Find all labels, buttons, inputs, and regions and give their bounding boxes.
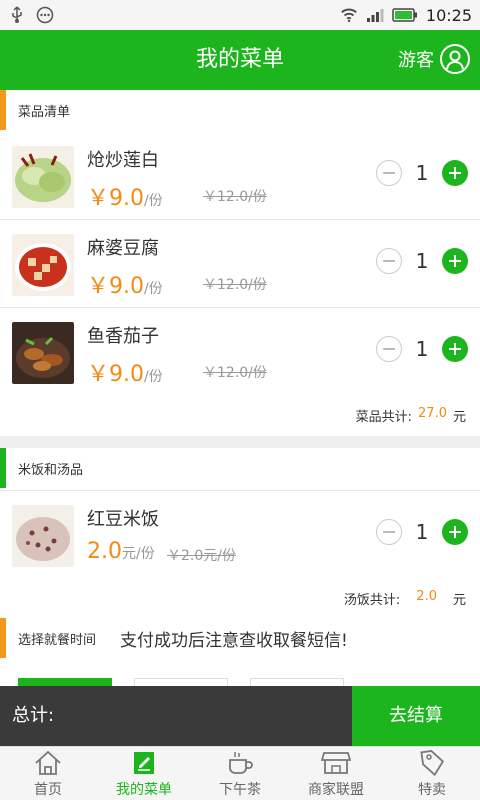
bottom-nav: 首页 我的菜单 下午茶 商家联盟 特卖 xyxy=(0,746,480,800)
quantity-value: 1 xyxy=(415,161,429,185)
wifi-icon xyxy=(340,6,358,24)
time-slot-tab[interactable] xyxy=(18,678,112,686)
nav-item-merchant-alliance[interactable]: 商家联盟 xyxy=(288,747,384,800)
quantity-value: 1 xyxy=(415,520,429,544)
dish-row: 鱼香茄子 ￥9.0/份 ￥12.0/份 1 xyxy=(0,308,480,396)
quantity-stepper: 1 xyxy=(376,248,468,274)
dish-image-eggplant xyxy=(12,322,74,384)
quantity-stepper: 1 xyxy=(376,519,468,545)
subtotal-unit: 元 xyxy=(452,410,466,425)
decrease-button[interactable] xyxy=(376,519,402,545)
section-divider xyxy=(0,436,480,448)
dish-name: 麻婆豆腐 xyxy=(87,238,159,259)
increase-button[interactable] xyxy=(442,519,468,545)
signal-icon xyxy=(366,6,384,24)
subtotal-amount: 27.0 xyxy=(418,406,447,421)
time-slot-tab[interactable] xyxy=(250,678,344,686)
decrease-button[interactable] xyxy=(376,248,402,274)
decrease-button[interactable] xyxy=(376,160,402,186)
section-marker xyxy=(0,448,6,488)
battery-icon xyxy=(392,6,418,24)
rice-soup-section-header: 米饭和汤品 xyxy=(0,448,480,488)
subtotal-unit: 元 xyxy=(452,593,466,608)
section-marker xyxy=(0,90,6,130)
dish-price: ￥9.0/份 xyxy=(87,186,163,211)
dish-original-price: ￥2.0元/份 xyxy=(167,548,236,564)
dish-image-mapo-tofu xyxy=(12,234,74,296)
avatar-icon xyxy=(440,44,470,74)
store-icon xyxy=(321,749,351,777)
dishes-subtotal: 菜品共计: 27.0 元 xyxy=(356,406,466,425)
nav-item-home[interactable]: 首页 xyxy=(0,747,96,800)
time-slot-tabs xyxy=(0,678,480,686)
dish-name: 炝炒莲白 xyxy=(87,150,159,171)
nav-label: 我的菜单 xyxy=(116,781,172,798)
pickup-time-label: 选择就餐时间 xyxy=(18,632,97,648)
increase-button[interactable] xyxy=(442,160,468,186)
usb-icon xyxy=(8,6,26,24)
section-title: 米饭和汤品 xyxy=(18,462,84,478)
user-label: 游客 xyxy=(398,50,434,71)
dish-price: ￥9.0/份 xyxy=(87,362,163,387)
subtotal-label: 汤饭共计: xyxy=(343,593,401,608)
dish-row: 炝炒莲白 ￥9.0/份 ￥12.0/份 1 xyxy=(0,132,480,220)
status-bar: 10:25 xyxy=(0,0,480,30)
dish-price: 2.0元/份 xyxy=(87,539,155,564)
total-label: 总计: xyxy=(12,705,55,726)
section-title: 菜品清单 xyxy=(18,104,71,120)
dish-original-price: ￥12.0/份 xyxy=(203,189,267,205)
increase-button[interactable] xyxy=(442,248,468,274)
dish-price: ￥9.0/份 xyxy=(87,274,163,299)
dish-row: 麻婆豆腐 ￥9.0/份 ￥12.0/份 1 xyxy=(0,220,480,308)
subtotal-label: 菜品共计: xyxy=(355,410,413,425)
time-slot-tab[interactable] xyxy=(134,678,228,686)
tag-icon xyxy=(417,749,447,777)
home-icon xyxy=(33,749,63,777)
checkout-bar: 总计: 去结算 xyxy=(0,686,480,746)
rice-soup-subtotal: 汤饭共计: 2.0 元 xyxy=(344,589,466,608)
dish-row: 红豆米饭 2.0元/份 ￥2.0元/份 1 xyxy=(0,490,480,578)
decrease-button[interactable] xyxy=(376,336,402,362)
dish-image-cabbage xyxy=(12,146,74,208)
menu-icon xyxy=(129,749,159,777)
nav-label: 特卖 xyxy=(418,781,446,798)
subtotal-amount: 2.0 xyxy=(416,589,437,604)
quantity-stepper: 1 xyxy=(376,160,468,186)
nav-item-afternoon-tea[interactable]: 下午茶 xyxy=(192,747,288,800)
pickup-time-row[interactable]: 选择就餐时间 支付成功后注意查收取餐短信! xyxy=(0,618,480,658)
quantity-stepper: 1 xyxy=(376,336,468,362)
dish-original-price: ￥12.0/份 xyxy=(203,277,267,293)
user-account-button[interactable]: 游客 xyxy=(398,44,470,74)
dish-original-price: ￥12.0/份 xyxy=(203,365,267,381)
cup-icon xyxy=(225,749,255,777)
section-marker xyxy=(0,618,6,658)
dish-name: 红豆米饭 xyxy=(87,509,159,530)
nav-item-my-menu[interactable]: 我的菜单 xyxy=(96,747,192,800)
dish-name: 鱼香茄子 xyxy=(87,326,159,347)
payment-notice: 支付成功后注意查收取餐短信! xyxy=(120,630,348,651)
increase-button[interactable] xyxy=(442,336,468,362)
dish-image-red-bean-rice xyxy=(12,505,74,567)
clock: 10:25 xyxy=(425,5,472,25)
dishes-section-header: 菜品清单 xyxy=(0,90,480,130)
nav-item-special-sale[interactable]: 特卖 xyxy=(384,747,480,800)
nav-label: 下午茶 xyxy=(219,781,261,798)
quantity-value: 1 xyxy=(415,249,429,273)
checkout-button[interactable]: 去结算 xyxy=(352,686,480,746)
more-dots-icon xyxy=(36,6,54,24)
nav-label: 首页 xyxy=(34,781,62,798)
quantity-value: 1 xyxy=(415,337,429,361)
app-header: 我的菜单 游客 xyxy=(0,30,480,90)
nav-label: 商家联盟 xyxy=(308,781,364,798)
